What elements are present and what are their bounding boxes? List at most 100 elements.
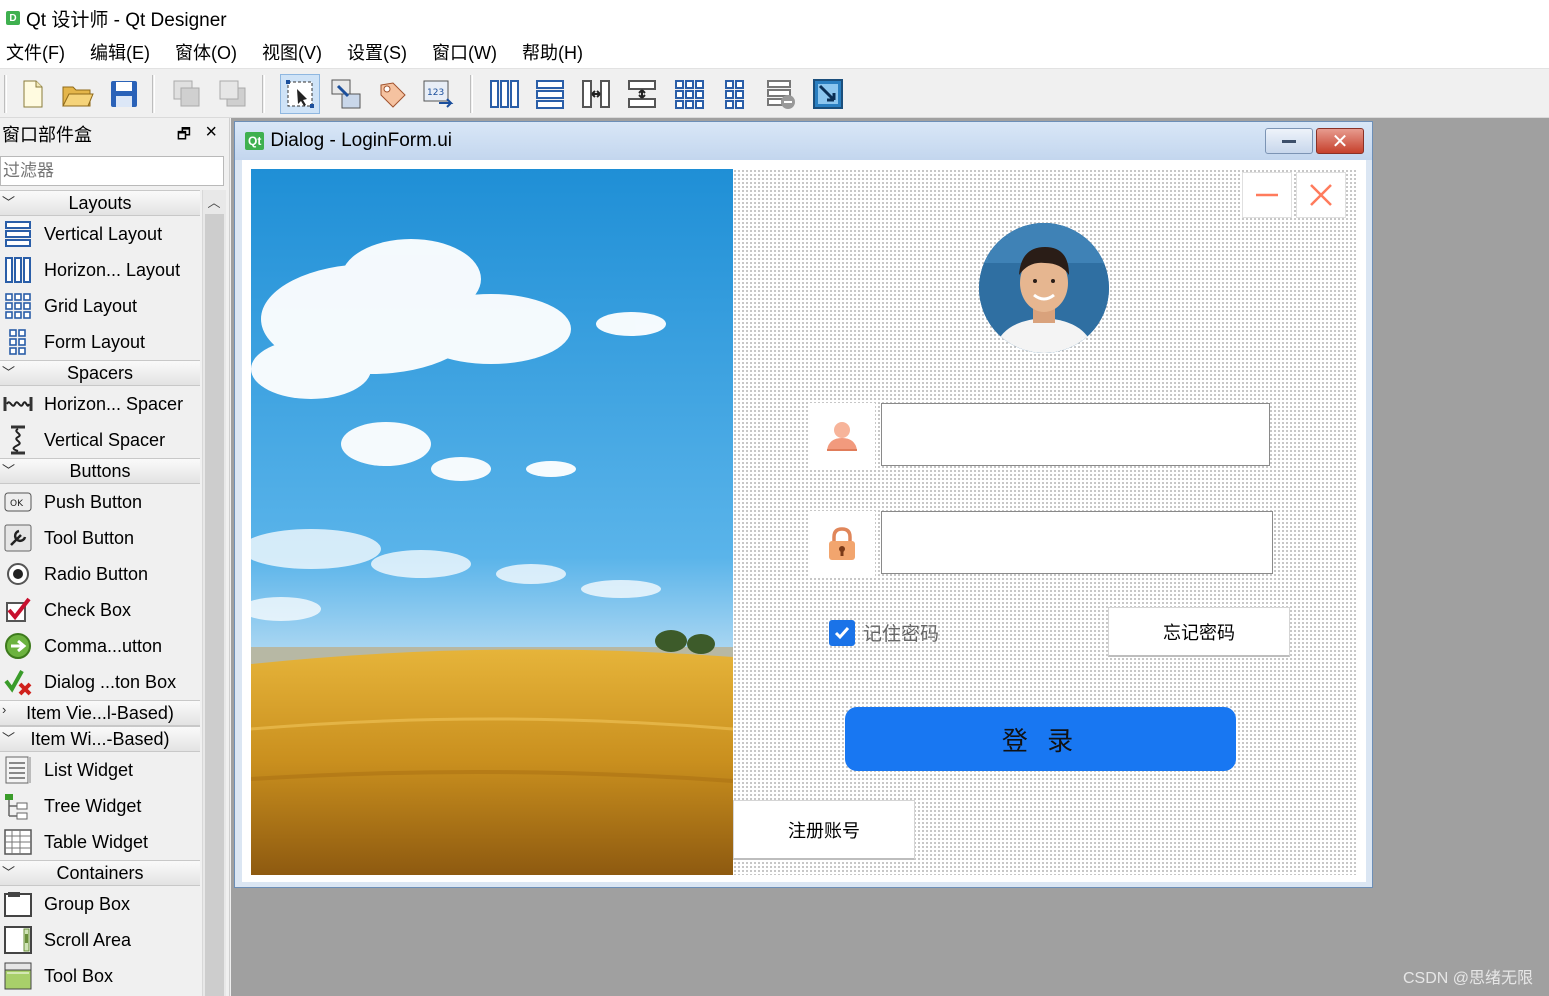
forgot-password-button[interactable]: 忘记密码 xyxy=(1108,607,1290,657)
widget-item-horizontal-spacer[interactable]: Horizon... Spacer xyxy=(0,386,200,422)
open-icon xyxy=(62,86,94,107)
minimize-icon xyxy=(1256,193,1278,197)
menu-view[interactable]: 视图(V) xyxy=(254,39,330,65)
category-containers[interactable]: ﹀ Containers xyxy=(0,860,200,886)
category-label: Item Vie...l-Based) xyxy=(26,702,174,723)
widget-item-horizontal-layout[interactable]: Horizon... Layout xyxy=(0,252,200,288)
layout-h-splitter-button[interactable] xyxy=(576,74,616,114)
adjust-size-button[interactable] xyxy=(808,74,848,114)
tool-box-icon xyxy=(2,961,34,991)
dialog-title-bar[interactable]: Qt Dialog - LoginForm.ui ✕ xyxy=(235,122,1372,160)
layout-horizontal-icon xyxy=(490,80,519,108)
widget-item-command-link[interactable]: Comma...utton xyxy=(0,628,200,664)
filter-input[interactable] xyxy=(0,156,224,186)
category-label: Buttons xyxy=(69,460,131,481)
svg-text:OK: OK xyxy=(10,499,24,509)
layout-grid-button[interactable] xyxy=(669,74,709,114)
layout-v-splitter-button[interactable] xyxy=(622,74,662,114)
lock-icon xyxy=(829,527,855,560)
dialog-body: 记住密码 忘记密码 登 录 注册账号 xyxy=(242,160,1366,882)
scroll-up-icon[interactable]: ︿ xyxy=(203,190,225,212)
edit-tab-order-icon: 123 xyxy=(423,80,454,108)
layout-form-button[interactable] xyxy=(715,74,755,114)
category-spacers[interactable]: ﹀ Spacers xyxy=(0,360,200,386)
new-button[interactable] xyxy=(12,74,52,114)
widget-item-vertical-spacer[interactable]: Vertical Spacer xyxy=(0,422,200,458)
menu-file[interactable]: 文件(F) xyxy=(0,39,73,65)
widget-item-form-layout[interactable]: Form Layout xyxy=(0,324,200,360)
widget-item-tool-button[interactable]: Tool Button xyxy=(0,520,200,556)
menu-edit[interactable]: 编辑(E) xyxy=(82,39,158,65)
menu-help[interactable]: 帮助(H) xyxy=(514,39,591,65)
menu-settings[interactable]: 设置(S) xyxy=(339,39,415,65)
watermark: CSDN @思绪无限 xyxy=(1402,970,1533,987)
widget-item-radio-button[interactable]: Radio Button xyxy=(0,556,200,592)
edit-widgets-button[interactable] xyxy=(280,74,320,114)
widget-item-check-box[interactable]: Check Box xyxy=(0,592,200,628)
dialog-title: Dialog - LoginForm.ui xyxy=(270,130,452,151)
remember-password-checkbox[interactable]: 记住密码 xyxy=(829,619,939,646)
widget-item-group-box[interactable]: Group Box xyxy=(0,886,200,922)
tool-button-icon xyxy=(2,523,34,553)
widget-item-vertical-layout[interactable]: Vertical Layout xyxy=(0,216,200,252)
widget-item-label: Tool Box xyxy=(44,965,114,986)
edit-signals-slots-button[interactable] xyxy=(326,74,366,114)
scrollbar-thumb[interactable] xyxy=(205,214,224,996)
widget-item-dialog-button-box[interactable]: Dialog ...ton Box xyxy=(0,664,200,700)
widget-list: ﹀ Layouts Vertical Layout Horizon... Layo… xyxy=(0,190,200,996)
widget-item-label: Tree Widget xyxy=(44,795,142,816)
menu-window[interactable]: 窗口(W) xyxy=(424,39,505,65)
widget-item-label: Dialog ...ton Box xyxy=(44,671,177,692)
window-title: Qt 设计师 - Qt Designer xyxy=(26,9,227,31)
title-bar: D Qt 设计师 - Qt Designer xyxy=(0,0,1549,36)
close-icon[interactable]: × xyxy=(205,121,217,144)
edit-tab-order-button[interactable]: 123 xyxy=(418,74,458,114)
menu-form[interactable]: 窗体(O) xyxy=(167,39,245,65)
dialog-minimize-button[interactable] xyxy=(1265,128,1313,154)
bring-to-front-button[interactable] xyxy=(213,74,253,114)
send-to-back-button[interactable] xyxy=(167,74,207,114)
layout-v-splitter-icon xyxy=(628,80,656,108)
widget-item-tool-box[interactable]: Tool Box xyxy=(0,958,200,994)
edit-widgets-icon xyxy=(286,80,314,108)
register-button[interactable]: 注册账号 xyxy=(733,800,915,860)
category-layouts[interactable]: ﹀ Layouts xyxy=(0,190,200,216)
toolbar-handle[interactable] xyxy=(4,75,7,113)
vertical-spacer-icon xyxy=(2,425,34,455)
form-minimize-button[interactable] xyxy=(1242,172,1292,218)
avatar xyxy=(979,223,1109,353)
login-button[interactable]: 登 录 xyxy=(845,707,1236,771)
category-item-widgets[interactable]: ﹀ Item Wi...-Based) xyxy=(0,726,200,752)
widget-list-scrollbar[interactable]: ︿ xyxy=(202,190,226,996)
layout-vertical-button[interactable] xyxy=(530,74,570,114)
float-icon[interactable]: 🗗 xyxy=(177,124,191,149)
username-input[interactable] xyxy=(881,403,1270,466)
widget-item-label: Check Box xyxy=(44,599,132,620)
send-to-back-icon xyxy=(173,80,200,107)
form-close-button[interactable] xyxy=(1296,172,1346,218)
break-layout-button[interactable] xyxy=(761,74,801,114)
layout-horizontal-button[interactable] xyxy=(484,74,524,114)
widget-item-label: Scroll Area xyxy=(44,929,132,950)
checkbox-checked-icon[interactable] xyxy=(829,619,855,646)
horizontal-spacer-icon xyxy=(2,389,34,419)
widget-item-scroll-area[interactable]: Scroll Area xyxy=(0,922,200,958)
menu-bar: 文件(F) 编辑(E) 窗体(O) 视图(V) 设置(S) 窗口(W) 帮助(H… xyxy=(0,36,1549,68)
widget-item-table-widget[interactable]: Table Widget xyxy=(0,824,200,860)
category-item-views[interactable]: › Item Vie...l-Based) xyxy=(0,700,200,726)
edit-buddies-button[interactable] xyxy=(372,74,412,114)
widget-item-tree-widget[interactable]: Tree Widget xyxy=(0,788,200,824)
open-button[interactable] xyxy=(57,74,97,114)
widget-item-list-widget[interactable]: List Widget xyxy=(0,752,200,788)
widget-item-label: Vertical Layout xyxy=(44,223,163,244)
widget-item-grid-layout[interactable]: Grid Layout xyxy=(0,288,200,324)
dialog-close-button[interactable]: ✕ xyxy=(1316,128,1364,154)
widget-item-push-button[interactable]: OK Push Button xyxy=(0,484,200,520)
save-button[interactable] xyxy=(104,74,144,114)
category-buttons[interactable]: ﹀ Buttons xyxy=(0,458,200,484)
close-icon xyxy=(1310,184,1332,206)
edit-buddies-icon xyxy=(380,82,406,108)
password-input[interactable] xyxy=(881,511,1273,574)
chevron-down-icon: ﹀ xyxy=(2,365,16,380)
chevron-down-icon: ﹀ xyxy=(2,731,16,746)
